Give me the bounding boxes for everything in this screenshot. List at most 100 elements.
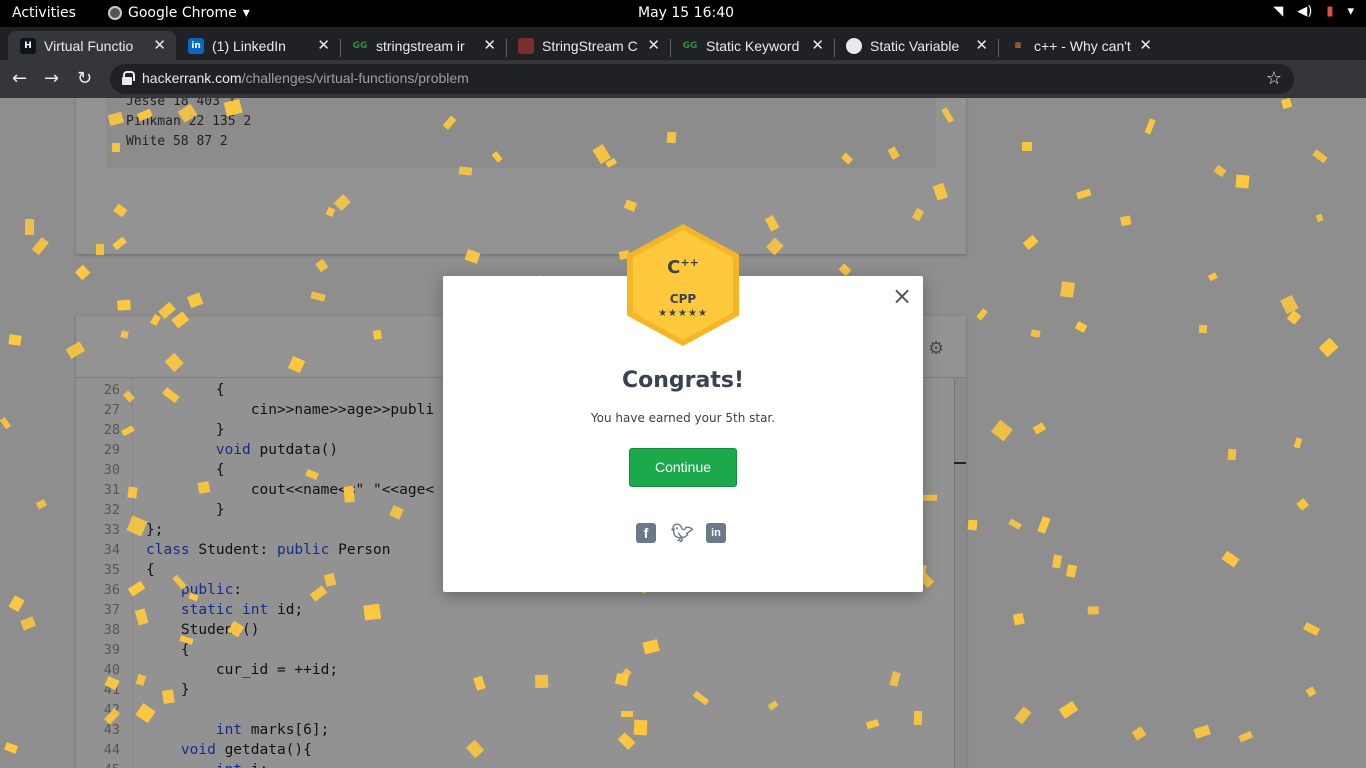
code-text: } — [146, 422, 225, 438]
sample-output-line: Pinkman 22 135 2 — [126, 114, 252, 129]
chrome-icon — [108, 6, 122, 20]
app-menu-label: Google Chrome — [128, 5, 237, 21]
back-icon[interactable]: ← — [12, 68, 27, 89]
tab-stringstream-c[interactable]: StringStream C ✕ — [506, 31, 670, 60]
tab-stringstream[interactable]: GG stringstream ir ✕ — [340, 31, 506, 60]
line-number: 28 — [103, 422, 120, 438]
code-text: cin>>name>>age>>publi — [146, 402, 435, 418]
cpp-badge: C++ CPP ★★★★★ — [627, 224, 739, 346]
line-number: 39 — [103, 642, 120, 658]
editor-scrollbar[interactable] — [954, 378, 966, 768]
modal-title: Congrats! — [621, 368, 744, 393]
modal-message: You have earned your 5th star. — [590, 411, 776, 425]
close-icon[interactable]: ✕ — [975, 36, 988, 54]
code-text: int marks[6]; — [215, 722, 330, 738]
reload-icon[interactable]: ↻ — [77, 68, 92, 89]
code-text: static int id; — [180, 602, 304, 618]
close-icon[interactable]: ✕ — [1139, 36, 1152, 54]
tab-title: Static Variable — [870, 37, 960, 54]
line-number: 33 — [103, 522, 120, 538]
globe-icon — [846, 37, 862, 54]
cube-icon — [518, 37, 534, 54]
code-text: { — [146, 562, 155, 578]
tab-title: Virtual Functio — [44, 37, 134, 54]
continue-button[interactable]: Continue — [629, 448, 737, 487]
close-icon[interactable]: ✕ — [647, 36, 660, 54]
clock[interactable]: May 15 16:40 — [638, 5, 734, 21]
geeksforgeeks-icon: GG — [682, 40, 698, 51]
line-number: 41 — [103, 682, 120, 698]
line-number: 29 — [103, 442, 120, 458]
url-text[interactable]: hackerrank.com/challenges/virtual-functi… — [142, 70, 469, 86]
linkedin-icon[interactable]: in — [706, 523, 726, 543]
sample-output-line: Jesse 18 403 1 — [126, 98, 236, 109]
hackerrank-icon: H — [20, 37, 36, 54]
forward-icon[interactable]: → — [44, 68, 59, 89]
close-icon[interactable]: ✕ — [811, 36, 824, 54]
badge-name: CPP — [669, 292, 697, 306]
code-text: }; — [146, 522, 164, 538]
sample-output-block: Jesse 18 403 1 Pinkman 22 135 2 White 58… — [106, 98, 936, 168]
code-text: { — [146, 642, 190, 658]
code-line: 37 static int id; — [76, 602, 954, 622]
code-text: class Student: public Person — [146, 542, 391, 558]
code-text: { — [146, 382, 225, 398]
facebook-icon[interactable]: f — [636, 523, 656, 543]
close-icon[interactable]: ✕ — [153, 36, 166, 54]
code-text: { — [146, 462, 225, 478]
twitter-icon[interactable]: 🐦︎ — [671, 523, 694, 543]
wifi-icon: ◥ — [1273, 4, 1284, 19]
close-icon[interactable]: ✕ — [483, 36, 496, 54]
code-text: Student() — [146, 622, 260, 638]
close-icon[interactable]: ✕ — [317, 36, 330, 54]
tab-virtual-functions[interactable]: H Virtual Functio ✕ — [8, 31, 176, 60]
badge-stars: ★★★★★ — [658, 308, 708, 319]
tab-stackoverflow[interactable]: ≡ c++ - Why can't ✕ — [998, 31, 1162, 60]
sample-output-card: Jesse 18 403 1 Pinkman 22 135 2 White 58… — [76, 98, 966, 254]
code-text: void putdata() — [215, 442, 339, 458]
code-text: cout<<name<<" "<<age< — [146, 482, 435, 498]
code-text: public: — [180, 582, 243, 598]
browser-toolbar: ← → ↻ hackerrank.com/challenges/virtual-… — [0, 60, 1366, 150]
bookmark-star-icon[interactable]: ☆ — [1266, 68, 1282, 89]
activities-button[interactable]: Activities — [12, 5, 76, 21]
geeksforgeeks-icon: GG — [352, 40, 368, 51]
code-text: int i; — [146, 762, 268, 768]
system-top-bar: Activities Google Chrome ▾ May 15 16:40 … — [0, 0, 1366, 27]
code-line: 38 Student() — [76, 622, 954, 642]
code-text: void getdata(){ — [180, 742, 312, 758]
tab-title: stringstream ir — [376, 37, 465, 54]
line-number: 36 — [103, 582, 120, 598]
chevron-down-icon: ▾ — [242, 5, 250, 21]
tab-title: (1) LinkedIn — [212, 37, 286, 54]
line-number: 38 — [103, 622, 120, 638]
code-line: 45 int i; — [76, 762, 954, 768]
code-line: 42 — [76, 702, 954, 722]
code-text: cur_id = ++id; — [146, 662, 339, 678]
gear-icon[interactable]: ⚙ — [928, 338, 944, 359]
chevron-down-icon: ▾ — [1347, 4, 1354, 19]
line-number: 43 — [103, 722, 120, 738]
line-number: 26 — [103, 382, 120, 398]
linkedin-icon: in — [188, 37, 204, 54]
tab-linkedin[interactable]: in (1) LinkedIn ✕ — [176, 31, 340, 60]
lock-icon[interactable] — [122, 71, 135, 85]
code-text: } — [146, 682, 190, 698]
line-number: 31 — [103, 482, 120, 498]
line-number: 35 — [103, 562, 120, 578]
stackoverflow-icon: ≡ — [1014, 40, 1022, 51]
line-number: 37 — [103, 602, 120, 618]
tab-static-variable[interactable]: Static Variable ✕ — [834, 31, 998, 60]
tab-title: StringStream C — [542, 37, 638, 54]
tab-title: c++ - Why can't — [1034, 37, 1131, 54]
code-line: 41 } — [76, 682, 954, 702]
tab-static-keyword[interactable]: GG Static Keyword ✕ — [670, 31, 834, 60]
code-text: } — [146, 502, 225, 518]
system-tray[interactable]: ◥ ◀) ▮ ▾ — [1273, 4, 1354, 19]
code-line: 40 cur_id = ++id; — [76, 662, 954, 682]
app-menu[interactable]: Google Chrome ▾ — [108, 5, 250, 21]
sample-output-line: White 58 87 2 — [126, 134, 228, 149]
address-bar[interactable]: hackerrank.com/challenges/virtual-functi… — [110, 64, 1294, 94]
close-icon[interactable]: × — [892, 284, 912, 308]
scrollbar-marker — [954, 462, 966, 464]
